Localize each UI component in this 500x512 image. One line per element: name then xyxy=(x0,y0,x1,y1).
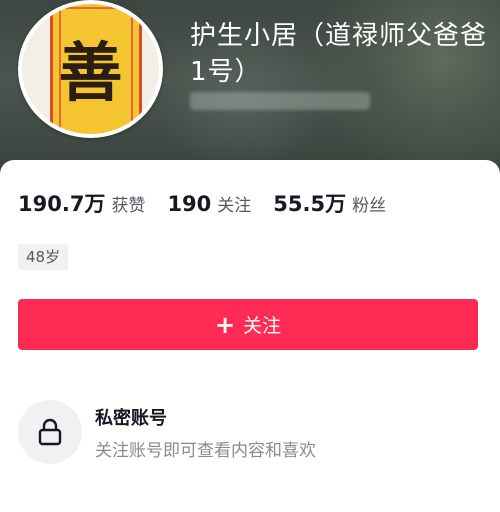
age-tag: 48岁 xyxy=(18,244,69,270)
profile-card: 190.7万 获赞 190 关注 55.5万 粉丝 48岁 + 关注 私密账号 … xyxy=(0,160,500,512)
likes-count: 190.7万 xyxy=(18,192,106,216)
blurred-account-id xyxy=(190,92,370,110)
plus-icon: + xyxy=(214,310,236,339)
followers-count: 55.5万 xyxy=(273,192,347,216)
profile-name: 护生小居（道禄师父爸爸1号） xyxy=(190,21,488,87)
likes-label: 获赞 xyxy=(111,196,146,216)
follow-button-label: 关注 xyxy=(243,315,282,337)
following-count: 190 xyxy=(167,192,212,216)
avatar[interactable]: 善 xyxy=(18,0,163,138)
following-stat[interactable]: 190 关注 xyxy=(167,191,251,216)
private-account-description: 关注账号即可查看内容和喜欢 xyxy=(95,441,316,461)
likes-stat: 190.7万 获赞 xyxy=(18,188,145,218)
followers-label: 粉丝 xyxy=(352,196,387,216)
following-label: 关注 xyxy=(217,196,252,216)
avatar-glyph: 善 xyxy=(58,36,123,111)
follow-button[interactable]: + 关注 xyxy=(18,299,478,350)
profile-stats: 190.7万 获赞 190 关注 55.5万 粉丝 xyxy=(18,188,408,218)
followers-stat[interactable]: 55.5万 粉丝 xyxy=(273,188,386,218)
lock-icon-container xyxy=(18,400,82,464)
lock-icon xyxy=(38,418,62,446)
private-account-title: 私密账号 xyxy=(95,408,167,429)
